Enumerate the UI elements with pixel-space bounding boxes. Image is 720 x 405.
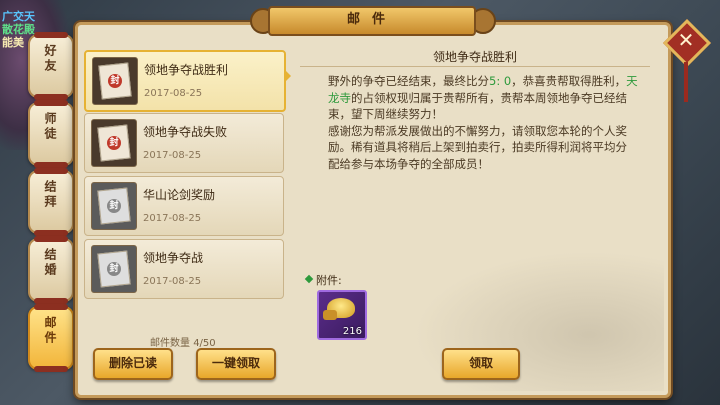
tab-label: 好友 [43,44,57,74]
tab-cap [34,304,68,310]
tab-label: 师徒 [43,112,57,142]
mail-detail-title: 领地争夺战胜利 [432,50,517,64]
score-text: 5: 0 [489,74,512,88]
overlay-text: 广交天 [2,10,35,23]
mail-title: 领地争夺战 [143,251,204,265]
mail-envelope-read-icon: 封 [91,245,137,293]
attachment-label: 附件: [316,274,342,287]
tab-mentor[interactable]: 师徒 [28,100,74,168]
mail-item[interactable]: 封 华山论剑奖励 2017-08-25 [84,176,284,236]
mail-title: 华山论剑奖励 [143,188,216,202]
mail-paragraph: 感谢您为帮派发展做出的不懈努力，请领取您本轮的个人奖励。稀有道具将稍后上架到拍卖… [328,123,627,171]
seal-icon: 封 [107,262,121,276]
mail-date: 2017-08-25 [143,276,202,287]
delete-read-button[interactable]: 删除已读 [93,348,173,380]
attachment-item[interactable]: 216 [317,290,367,340]
close-tassel [684,62,688,102]
tab-mail[interactable]: 邮件 [28,304,74,372]
mail-date: 2017-08-25 [144,88,203,99]
divider [300,66,650,67]
close-icon[interactable]: ✕ [672,25,700,55]
seal-icon: 封 [107,199,121,213]
tab-cap [34,32,68,38]
overlay-text: 能美 [2,36,24,49]
tab-cap [34,100,68,106]
seal-icon: 封 [108,74,122,88]
claim-button[interactable]: 领取 [442,348,520,380]
tab-label: 结拜 [43,180,57,210]
mail-envelope-icon: 封 [92,57,138,105]
mail-count: 邮件数量 4/50 [150,334,216,349]
mail-paragraph: 野外的争夺已经结束，最终比分5: 0，恭喜贵帮取得胜利，天龙寺的占领权现归属于贵… [328,74,638,121]
overlay-text: 散花殿 [2,23,35,36]
mail-date: 2017-08-25 [143,213,202,224]
tab-marriage[interactable]: 结婚 [28,236,74,304]
mail-detail-body: 野外的争夺已经结束，最终比分5: 0，恭喜贵帮取得胜利，天龙寺的占领权现归属于贵… [328,73,638,172]
tab-cap [34,168,68,174]
tab-cap [34,366,68,372]
selection-arrow-icon [285,70,291,82]
mail-item[interactable]: 封 领地争夺战胜利 2017-08-25 [84,50,286,112]
claim-all-button[interactable]: 一键领取 [196,348,276,380]
tab-label: 结婚 [43,248,57,278]
mail-date: 2017-08-25 [143,150,202,161]
mail-title: 领地争夺战胜利 [144,63,229,77]
tab-friends[interactable]: 好友 [28,32,74,100]
window-title: 邮件 [268,6,476,36]
tab-cap [34,236,68,242]
mail-title: 领地争夺战失败 [143,125,228,139]
tab-sworn[interactable]: 结拜 [28,168,74,236]
attachment-count: 216 [342,326,362,337]
seal-icon: 封 [107,136,121,150]
mail-item[interactable]: 封 领地争夺战失败 2017-08-25 [84,113,284,173]
mail-envelope-icon: 封 [91,119,137,167]
bag-icon [323,310,337,320]
mail-envelope-read-icon: 封 [91,182,137,230]
mail-item[interactable]: 封 领地争夺战 2017-08-25 [84,239,284,299]
tab-label: 邮件 [43,316,57,346]
